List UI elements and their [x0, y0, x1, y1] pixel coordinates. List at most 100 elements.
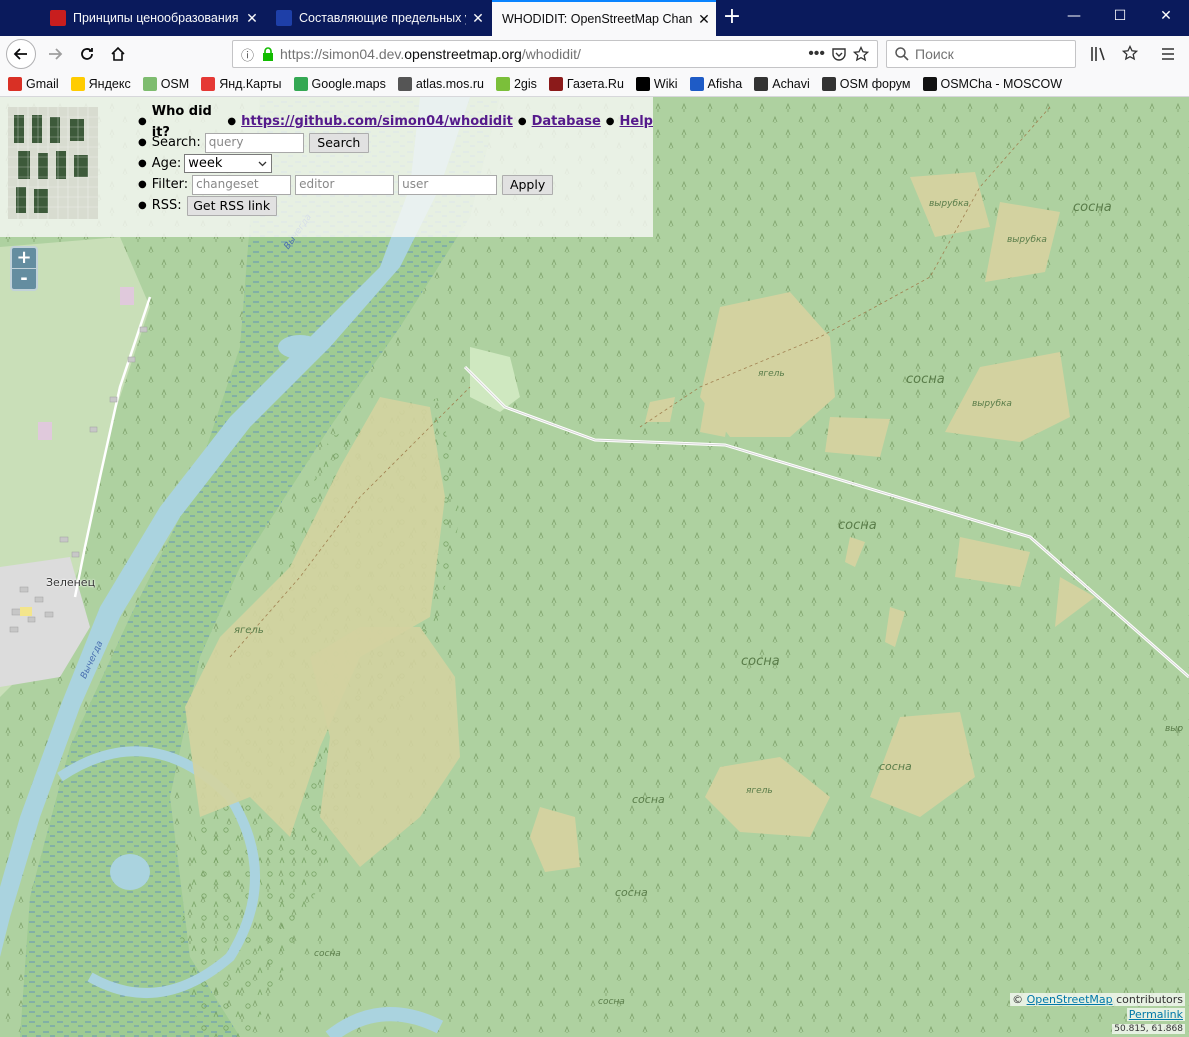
- map-label-vyrubka: выр: [1165, 724, 1184, 734]
- osmcha-icon: [922, 77, 937, 91]
- maximize-button[interactable]: ☐: [1097, 0, 1143, 32]
- bookmark-label: atlas.mos.ru: [415, 77, 484, 91]
- lock-icon[interactable]: [262, 47, 274, 61]
- tab-marginal[interactable]: Составляющие предельных у ✕: [266, 0, 490, 36]
- bookmark-item[interactable]: Achavi: [754, 77, 810, 91]
- whodidit-logo: [8, 107, 98, 219]
- database-link[interactable]: Database: [532, 111, 601, 132]
- zoom-in-button[interactable]: +: [12, 248, 36, 269]
- search-icon: [895, 47, 909, 61]
- bookmark-label: OSMCha - MOSCOW: [940, 77, 1063, 91]
- map-label-sosna: сосна: [1073, 200, 1112, 215]
- url-bar[interactable]: ⓘ https://simon04.dev.openstreetmap.org/…: [232, 40, 878, 68]
- close-icon[interactable]: ✕: [692, 11, 716, 28]
- tab-whodidit[interactable]: WHODIDIT: OpenStreetMap Chang ✕: [492, 0, 716, 36]
- atlas-icon: [397, 77, 412, 91]
- google-maps-icon: [293, 77, 308, 91]
- pin-icon: [201, 77, 216, 91]
- bookmark-item[interactable]: Google.maps: [293, 77, 386, 91]
- library-icon[interactable]: [1090, 46, 1108, 62]
- zoom-out-button[interactable]: -: [12, 269, 36, 289]
- age-select[interactable]: week: [184, 154, 273, 173]
- bookmark-item[interactable]: Gmail: [8, 77, 59, 91]
- apply-button[interactable]: Apply: [502, 174, 554, 195]
- github-link[interactable]: https://github.com/simon04/whodidit: [241, 111, 513, 132]
- close-window-button[interactable]: ✕: [1143, 0, 1189, 32]
- map-label-sosna: сосна: [314, 949, 341, 959]
- bookmark-label: Газета.Ru: [566, 77, 624, 91]
- arrow-right-icon: [49, 48, 63, 60]
- bookmark-item[interactable]: Afisha: [689, 77, 742, 91]
- gmail-icon: [8, 77, 22, 91]
- osm-link[interactable]: OpenStreetMap: [1027, 993, 1113, 1006]
- bookmark-item[interactable]: Янд.Карты: [201, 77, 282, 91]
- map-label-sosna: сосна: [632, 793, 665, 806]
- bookmark-item[interactable]: Газета.Ru: [548, 77, 624, 91]
- tab-title: WHODIDIT: OpenStreetMap Chang: [502, 12, 692, 26]
- get-rss-button[interactable]: Get RSS link: [186, 195, 277, 216]
- close-icon[interactable]: ✕: [240, 10, 264, 27]
- map-label-vyrubka: вырубка: [972, 399, 1012, 409]
- bookmark-label: OSM: [160, 77, 190, 91]
- bookmark-item[interactable]: Яндекс: [70, 77, 131, 91]
- info-icon[interactable]: ⓘ: [241, 45, 254, 64]
- bookmark-label: Wiki: [653, 77, 678, 91]
- new-tab-button[interactable]: +: [718, 0, 746, 36]
- bookmark-label: Achavi: [772, 77, 810, 91]
- page-actions-icon[interactable]: •••: [808, 45, 825, 63]
- user-input[interactable]: user: [398, 174, 498, 195]
- search-field[interactable]: Поиск: [886, 40, 1076, 68]
- help-link[interactable]: Help: [620, 111, 653, 132]
- title-row: ● Who did it? ● https://github.com/simon…: [138, 104, 653, 140]
- map-label-sosna: сосна: [598, 997, 625, 1007]
- browser-titlebar: Принципы ценообразования ✕ Составляющие …: [0, 0, 1189, 36]
- search-label: Search:: [151, 135, 201, 150]
- map-label-sosna: сосна: [906, 372, 945, 387]
- globe-icon: [754, 77, 769, 91]
- map-label-town: Зеленец: [46, 576, 96, 589]
- search-button[interactable]: Search: [308, 132, 369, 153]
- bookmark-item[interactable]: Wiki: [635, 77, 678, 91]
- bookmarks-toolbar: Gmail Яндекс OSM Янд.Карты Google.maps atlas.…: [0, 72, 1189, 97]
- close-icon[interactable]: ✕: [466, 10, 490, 27]
- home-button[interactable]: [103, 39, 133, 69]
- bookmark-star-icon[interactable]: [1122, 45, 1138, 61]
- query-input[interactable]: query: [204, 132, 304, 153]
- age-row: ● Age: week: [138, 153, 653, 174]
- bookmark-item[interactable]: 2gis: [495, 77, 537, 91]
- rss-label: RSS:: [151, 198, 182, 213]
- minimize-button[interactable]: —: [1051, 0, 1097, 32]
- 2gis-icon: [495, 77, 510, 91]
- map-label-sosna: сосна: [838, 518, 877, 533]
- arrow-left-icon: [13, 48, 27, 60]
- tab-pricing[interactable]: Принципы ценообразования ✕: [40, 0, 264, 36]
- bookmark-item[interactable]: OSMCha - MOSCOW: [922, 77, 1063, 91]
- bookmark-item[interactable]: OSM: [142, 77, 190, 91]
- bookmark-item[interactable]: atlas.mos.ru: [397, 77, 484, 91]
- changeset-input[interactable]: changeset: [192, 174, 292, 195]
- wiki-icon: [635, 77, 650, 91]
- age-label: Age:: [151, 156, 182, 171]
- pocket-icon[interactable]: [831, 46, 847, 62]
- url-text: https://simon04.dev.openstreetmap.org/wh…: [280, 46, 581, 62]
- tab-title: Составляющие предельных у: [299, 11, 466, 25]
- forward-button[interactable]: [40, 39, 70, 69]
- editor-input[interactable]: editor: [295, 174, 395, 195]
- bookmark-label: Яндекс: [88, 77, 131, 91]
- map-coordinates: 50.815, 61.868: [1112, 1024, 1185, 1034]
- whodidit-controls: ● Who did it? ● https://github.com/simon…: [138, 104, 653, 216]
- permalink-link[interactable]: Permalink: [1126, 1008, 1185, 1021]
- menu-icon[interactable]: [1160, 46, 1176, 62]
- filter-label: Filter:: [151, 177, 189, 192]
- star-icon[interactable]: [853, 46, 869, 62]
- map-label-yagel: ягель: [758, 369, 785, 379]
- map-label-vyrubka: вырубка: [1007, 235, 1047, 245]
- navigation-toolbar: ⓘ https://simon04.dev.openstreetmap.org/…: [0, 36, 1189, 72]
- bookmark-label: Gmail: [26, 77, 59, 91]
- reload-button[interactable]: [72, 39, 102, 69]
- bookmark-item[interactable]: OSM форум: [821, 77, 911, 91]
- map-canvas[interactable]: сосна сосна сосна сосна сосна сосна сосн…: [0, 97, 1189, 1037]
- back-button[interactable]: [6, 39, 36, 69]
- chevron-down-icon: [258, 161, 267, 167]
- rss-row: ● RSS: Get RSS link: [138, 195, 653, 216]
